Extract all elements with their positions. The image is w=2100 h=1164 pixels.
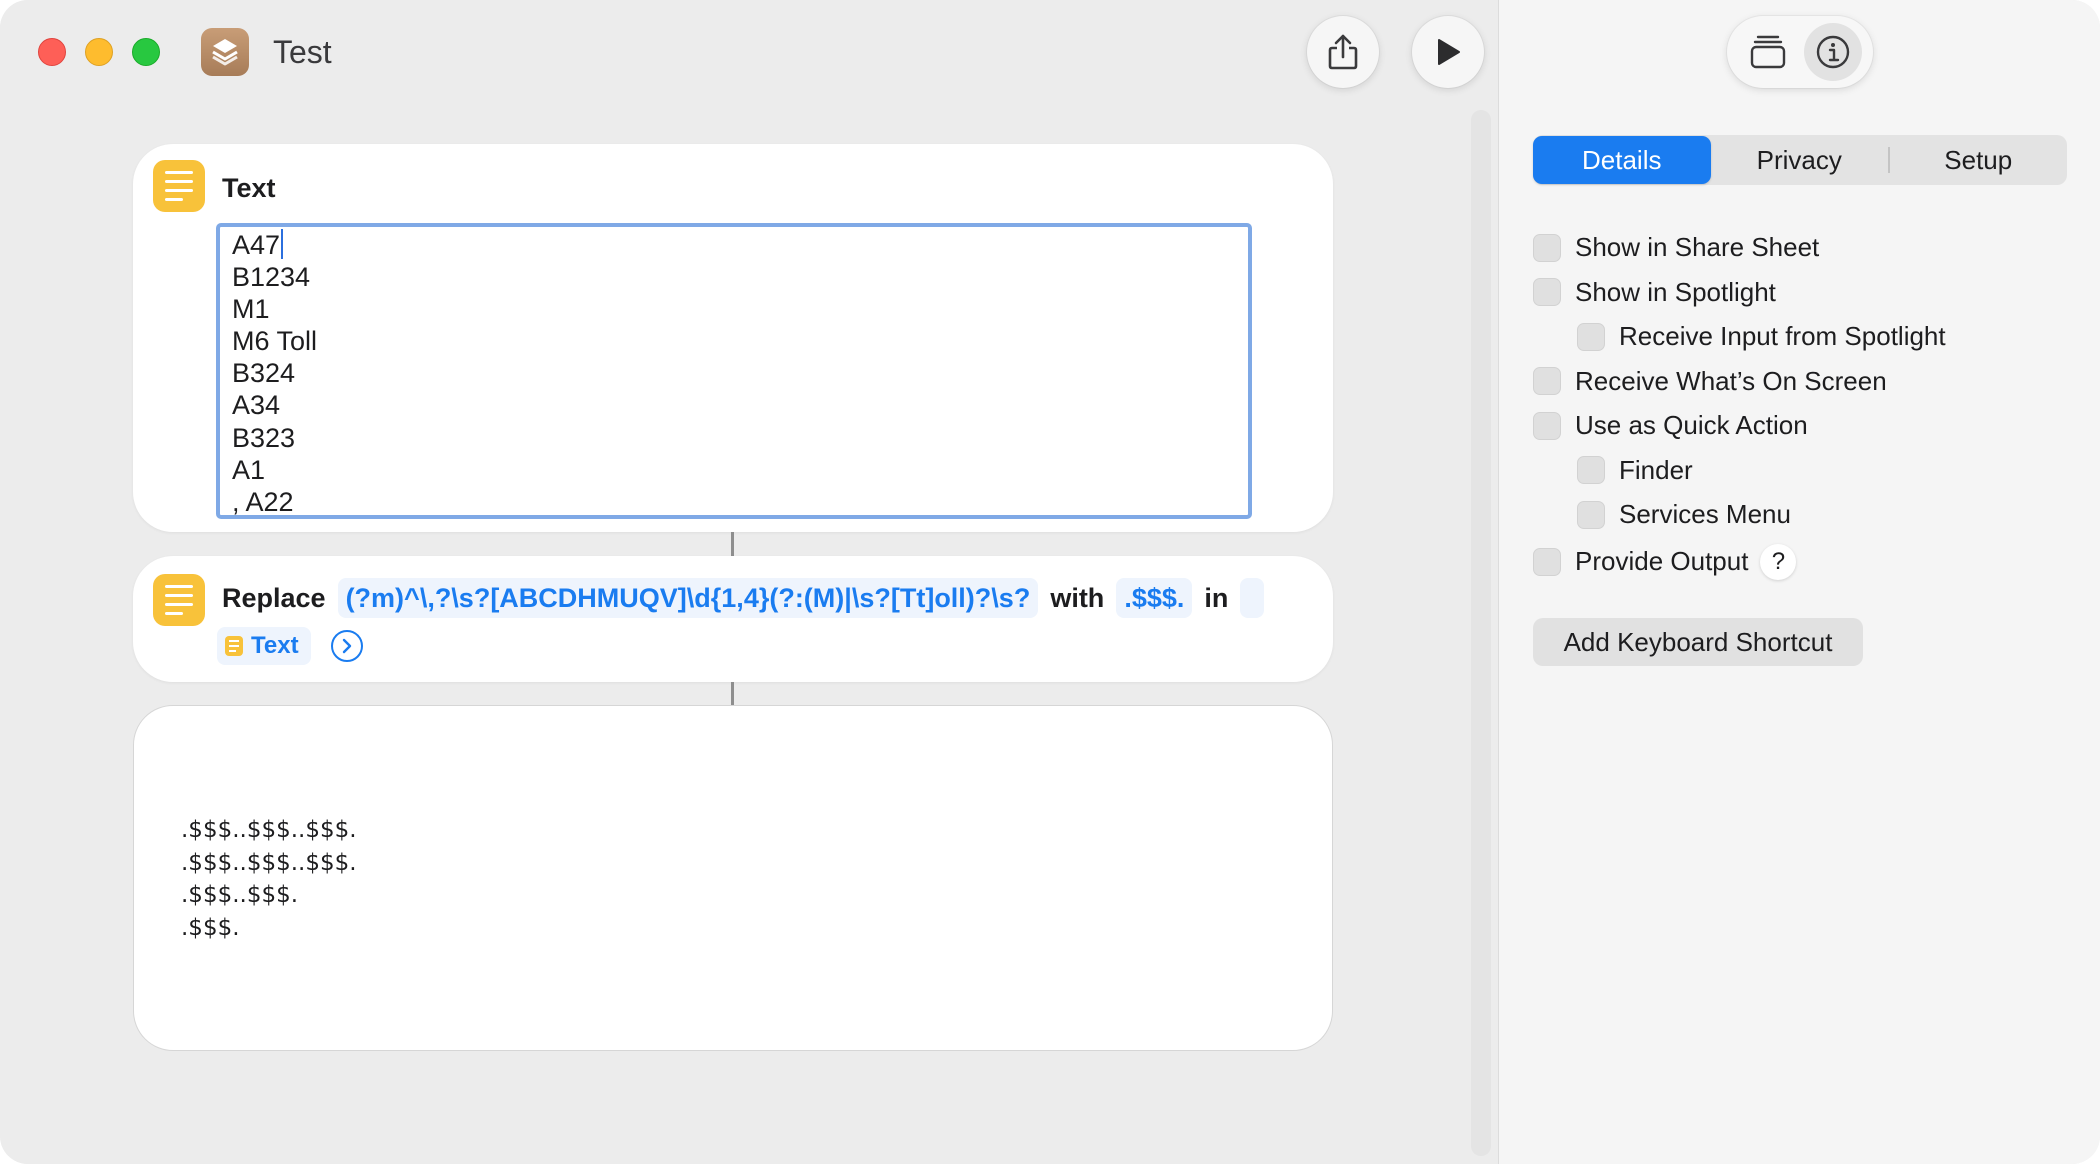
details-tabs: Details Privacy Setup	[1533, 135, 2067, 185]
text-line: , A22	[232, 486, 294, 517]
share-button[interactable]	[1307, 16, 1379, 88]
text-line: M6 Toll	[232, 326, 318, 357]
option-quick-action[interactable]: Use as Quick Action	[1533, 410, 1808, 441]
text-variable-label: Text	[251, 632, 299, 659]
input-parameter-slot[interactable]	[1240, 578, 1265, 618]
text-caret	[281, 229, 284, 259]
shortcuts-window: Test Text A47 B1234 M1 M6 Toll B324 A34 …	[0, 0, 2100, 1164]
shortcut-app-icon[interactable]	[201, 28, 249, 76]
replace-action-card[interactable]: Replace (?m)^\,?\s?[ABCDHMUQV]\d{1,4}(?:…	[133, 556, 1333, 682]
output-line: .$$$..$$$..$$$.	[181, 817, 357, 843]
text-action-field[interactable]: A47 B1234 M1 M6 Toll B324 A34 B323 A1 , …	[216, 223, 1252, 519]
output-result-card[interactable]: .$$$..$$$..$$$. .$$$..$$$..$$$. .$$$..$$…	[133, 705, 1333, 1051]
text-line: A34	[232, 390, 281, 421]
services-menu-checkbox[interactable]	[1577, 500, 1605, 529]
option-spotlight[interactable]: Show in Spotlight	[1533, 277, 1776, 308]
output-line: .$$$.	[181, 914, 240, 941]
info-button[interactable]	[1803, 23, 1862, 81]
replace-action-icon	[153, 574, 205, 626]
text-variable-chip[interactable]: Text	[217, 627, 311, 665]
pattern-parameter[interactable]: (?m)^\,?\s?[ABCDHMUQV]\d{1,4}(?:(M)|\s?[…	[337, 578, 1039, 618]
text-line: B1234	[232, 262, 311, 293]
tab-setup[interactable]: Setup	[1890, 136, 2068, 184]
option-share-sheet[interactable]: Show in Share Sheet	[1533, 232, 1819, 263]
text-action-card[interactable]: Text A47 B1234 M1 M6 Toll B324 A34 B323 …	[133, 144, 1333, 532]
window-controls	[38, 38, 160, 66]
minimize-button[interactable]	[85, 38, 113, 66]
option-label: Receive What’s On Screen	[1575, 365, 1887, 396]
info-icon	[1816, 35, 1849, 69]
replace-action-sentence: Replace (?m)^\,?\s?[ABCDHMUQV]\d{1,4}(?:…	[222, 578, 1265, 618]
option-provide-output[interactable]: Provide Output ?	[1533, 543, 1797, 580]
details-sidebar: Details Privacy Setup Show in Share Shee…	[1498, 0, 2100, 1164]
tab-privacy[interactable]: Privacy	[1711, 136, 1889, 184]
text-variable-icon	[225, 636, 243, 656]
action-connector	[731, 682, 734, 705]
option-label: Use as Quick Action	[1575, 410, 1808, 440]
text-action-title: Text	[222, 173, 276, 203]
action-connector	[731, 532, 734, 556]
option-label: Services Menu	[1619, 499, 1791, 529]
quick-action-checkbox[interactable]	[1533, 411, 1561, 440]
text-action-icon	[153, 160, 205, 212]
share-sheet-checkbox[interactable]	[1533, 233, 1561, 262]
option-label: Receive Input from Spotlight	[1619, 321, 1946, 351]
stacked-cards-icon	[1750, 35, 1785, 69]
share-icon	[1328, 34, 1358, 70]
finder-checkbox[interactable]	[1577, 456, 1605, 484]
replace-action-row2: Text	[217, 627, 363, 665]
close-button[interactable]	[38, 38, 66, 66]
option-on-screen[interactable]: Receive What’s On Screen	[1533, 366, 1887, 397]
library-button[interactable]	[1739, 23, 1797, 81]
show-more-button[interactable]	[330, 630, 363, 662]
option-label: Provide Output	[1575, 546, 1749, 576]
spotlight-input-checkbox[interactable]	[1577, 322, 1605, 351]
run-button[interactable]	[1412, 16, 1484, 88]
option-finder[interactable]: Finder	[1577, 455, 1693, 486]
on-screen-checkbox[interactable]	[1533, 367, 1561, 395]
editor-scrollbar[interactable]	[1471, 110, 1491, 1156]
text-line: B323	[232, 422, 296, 453]
help-button[interactable]: ?	[1760, 543, 1797, 580]
text-line: A47	[232, 229, 1238, 261]
text-line: B324	[232, 358, 296, 389]
replace-verb: Replace	[222, 582, 326, 613]
replacement-parameter[interactable]: .$$$.	[1116, 578, 1193, 618]
tab-details[interactable]: Details	[1533, 136, 1711, 184]
option-services-menu[interactable]: Services Menu	[1577, 499, 1791, 530]
text-line: A1	[232, 454, 266, 485]
output-line: .$$$..$$$..$$$.	[181, 849, 357, 876]
text-line: M1	[232, 294, 270, 325]
provide-output-checkbox[interactable]	[1533, 547, 1561, 576]
window-title[interactable]: Test	[273, 34, 332, 71]
chevron-right-icon	[342, 638, 351, 654]
option-spotlight-input[interactable]: Receive Input from Spotlight	[1577, 321, 1946, 352]
sidebar-toolbar	[1727, 16, 1873, 88]
option-label: Show in Share Sheet	[1575, 232, 1820, 262]
option-label: Finder	[1619, 454, 1693, 485]
output-line: .$$$..$$$.	[181, 882, 299, 908]
layers-icon	[212, 39, 238, 66]
play-icon	[1438, 39, 1460, 65]
option-label: Show in Spotlight	[1575, 276, 1776, 307]
output-text: .$$$..$$$..$$$. .$$$..$$$..$$$. .$$$..$$…	[181, 814, 357, 944]
shortcut-editor: Test Text A47 B1234 M1 M6 Toll B324 A34 …	[0, 0, 1498, 1164]
with-label: with	[1050, 582, 1105, 613]
add-keyboard-shortcut-button[interactable]: Add Keyboard Shortcut	[1533, 618, 1863, 666]
in-label: in	[1204, 582, 1229, 613]
spotlight-checkbox[interactable]	[1533, 278, 1561, 306]
zoom-button[interactable]	[132, 38, 160, 66]
